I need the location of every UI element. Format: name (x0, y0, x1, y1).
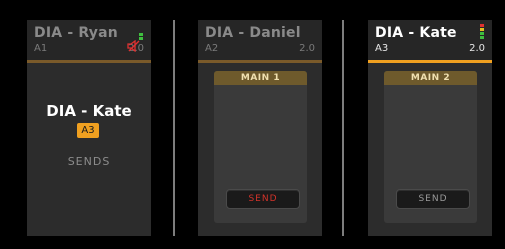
channel-strip-kate[interactable]: DIA - Kate A3 2.0 MAIN 2 SEND (368, 20, 492, 236)
bus-title: MAIN 1 (214, 71, 307, 85)
strip-channel: A1 (34, 43, 48, 54)
strip-name: DIA - Ryan (34, 25, 118, 41)
strip-header[interactable]: DIA - Daniel A2 2.0 (198, 20, 322, 60)
bus-panel-main-2: MAIN 2 SEND (384, 71, 477, 223)
level-meter (139, 33, 143, 41)
level-meter (480, 24, 484, 40)
channel-strip-daniel[interactable]: DIA - Daniel A2 2.0 MAIN 1 SEND (198, 20, 322, 236)
strip-channel: A2 (205, 43, 219, 54)
selected-channel-name: DIA - Kate (46, 102, 132, 120)
send-button[interactable]: SEND (226, 189, 300, 209)
send-button[interactable]: SEND (396, 189, 470, 209)
strip-header[interactable]: DIA - Ryan A1 2.0 (27, 20, 151, 60)
divider (342, 20, 344, 236)
strip-body: MAIN 2 SEND (368, 63, 492, 236)
strip-format: 2.0 (299, 43, 315, 54)
strip-header[interactable]: DIA - Kate A3 2.0 (368, 20, 492, 60)
bus-panel-main-1: MAIN 1 SEND (214, 71, 307, 223)
speaker-mute-icon (127, 40, 140, 52)
strip-body: MAIN 1 SEND (198, 63, 322, 236)
strip-name: DIA - Kate (375, 25, 457, 41)
strip-name: DIA - Daniel (205, 25, 301, 41)
selected-channel-badge: A3 (77, 123, 99, 138)
bus-title: MAIN 2 (384, 71, 477, 85)
sends-label: SENDS (67, 155, 111, 168)
strip-channel: A3 (375, 43, 389, 54)
strip-format: 2.0 (469, 43, 485, 54)
divider (173, 20, 175, 236)
strip-body: DIA - Kate A3 SENDS (27, 63, 151, 236)
sends-panel: DIA - Ryan A1 2.0 DIA - Kate A3 SENDS DI… (0, 0, 505, 249)
channel-strip-ryan[interactable]: DIA - Ryan A1 2.0 DIA - Kate A3 SENDS (27, 20, 151, 236)
